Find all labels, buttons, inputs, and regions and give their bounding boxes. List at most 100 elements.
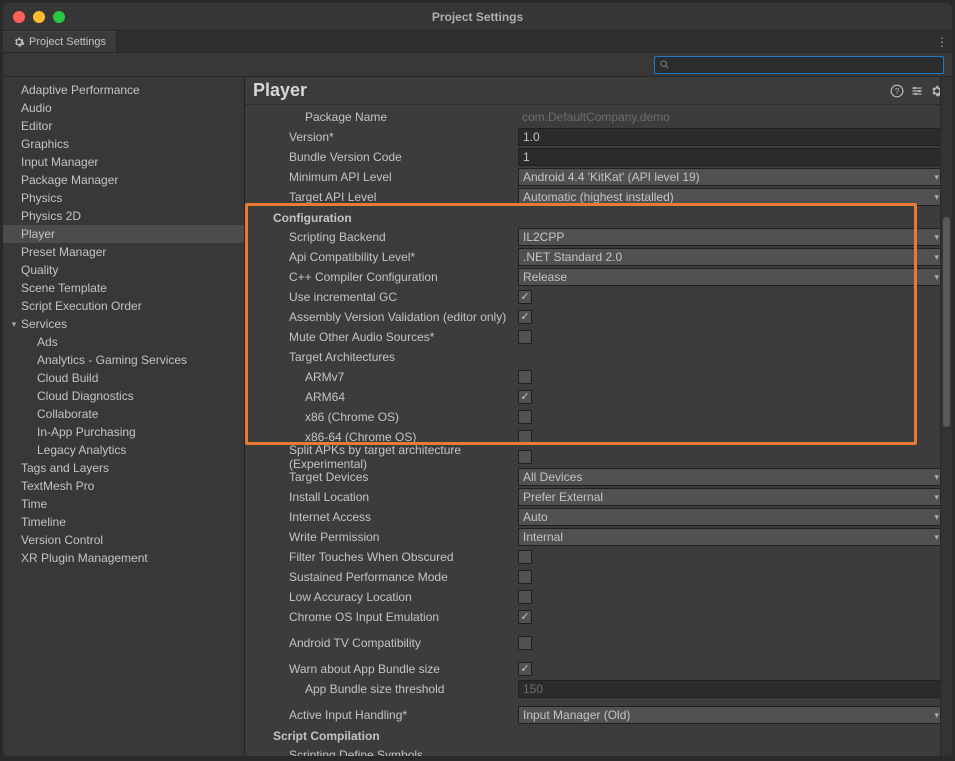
bundle-version-code-input[interactable] (518, 148, 944, 166)
sidebar: Adaptive PerformanceAudioEditorGraphicsI… (3, 77, 245, 756)
help-icon[interactable]: ? (890, 84, 904, 98)
warn-bundle-checkbox[interactable] (518, 662, 532, 676)
incremental-gc-checkbox[interactable] (518, 290, 532, 304)
sidebar-item-label: Package Manager (21, 173, 118, 187)
search-box[interactable] (654, 56, 944, 74)
active-input-dropdown[interactable]: Input Manager (Old)▾ (518, 706, 944, 724)
tab-menu-button[interactable]: ⋮ (932, 31, 952, 52)
sidebar-item-physics[interactable]: Physics (3, 189, 244, 207)
package-name-value: com.DefaultCompany.demo (518, 110, 670, 124)
minimize-window-button[interactable] (33, 11, 45, 23)
cpp-compiler-label: C++ Compiler Configuration (263, 270, 518, 284)
sidebar-item-collaborate[interactable]: Collaborate (3, 405, 244, 423)
sidebar-item-quality[interactable]: Quality (3, 261, 244, 279)
sidebar-item-textmesh-pro[interactable]: TextMesh Pro (3, 477, 244, 495)
sidebar-item-label: Time (21, 497, 47, 511)
sidebar-item-in-app-purchasing[interactable]: In-App Purchasing (3, 423, 244, 441)
android-tv-label: Android TV Compatibility (263, 636, 518, 650)
sidebar-item-physics-2d[interactable]: Physics 2D (3, 207, 244, 225)
armv7-checkbox[interactable] (518, 370, 532, 384)
write-permission-dropdown[interactable]: Internal▾ (518, 528, 944, 546)
sidebar-item-label: Version Control (21, 533, 103, 547)
android-tv-checkbox[interactable] (518, 636, 532, 650)
chevron-down-icon: ▾ (934, 512, 939, 523)
min-api-dropdown[interactable]: Android 4.4 'KitKat' (API level 19)▾ (518, 168, 944, 186)
internet-access-dropdown[interactable]: Auto▾ (518, 508, 944, 526)
configuration-header: Configuration (263, 207, 944, 227)
sidebar-item-label: Timeline (21, 515, 66, 529)
mute-audio-checkbox[interactable] (518, 330, 532, 344)
target-api-dropdown[interactable]: Automatic (highest installed)▾ (518, 188, 944, 206)
arm64-checkbox[interactable] (518, 390, 532, 404)
version-input[interactable] (518, 128, 944, 146)
chrome-emulation-checkbox[interactable] (518, 610, 532, 624)
low-accuracy-checkbox[interactable] (518, 590, 532, 604)
scripting-define-label: Scripting Define Symbols (263, 748, 944, 756)
bundle-version-code-label: Bundle Version Code (263, 150, 518, 164)
sidebar-item-preset-manager[interactable]: Preset Manager (3, 243, 244, 261)
sidebar-item-time[interactable]: Time (3, 495, 244, 513)
search-input[interactable] (674, 59, 939, 71)
sidebar-item-editor[interactable]: Editor (3, 117, 244, 135)
bundle-threshold-input[interactable] (518, 680, 944, 698)
scripting-backend-dropdown[interactable]: IL2CPP▾ (518, 228, 944, 246)
chevron-down-icon: ▾ (934, 492, 939, 503)
preset-icon[interactable] (910, 84, 924, 98)
sidebar-item-legacy-analytics[interactable]: Legacy Analytics (3, 441, 244, 459)
arm64-label: ARM64 (263, 390, 518, 404)
install-location-dropdown[interactable]: Prefer External▾ (518, 488, 944, 506)
incremental-gc-label: Use incremental GC (263, 290, 518, 304)
sidebar-item-adaptive-performance[interactable]: Adaptive Performance (3, 81, 244, 99)
sidebar-item-label: Services (21, 316, 67, 332)
scroll-thumb[interactable] (943, 217, 950, 427)
api-compat-dropdown[interactable]: .NET Standard 2.0▾ (518, 248, 944, 266)
gear-icon (13, 36, 25, 48)
bundle-threshold-label: App Bundle size threshold (263, 682, 518, 696)
version-label: Version* (263, 130, 518, 144)
close-window-button[interactable] (13, 11, 25, 23)
chevron-down-icon: ▾ (934, 472, 939, 483)
x86-checkbox[interactable] (518, 410, 532, 424)
svg-text:?: ? (895, 86, 900, 95)
sustained-perf-checkbox[interactable] (518, 570, 532, 584)
chevron-down-icon: ▾ (934, 272, 939, 283)
sidebar-item-label: Player (21, 227, 55, 241)
sidebar-item-script-execution-order[interactable]: Script Execution Order (3, 297, 244, 315)
install-location-label: Install Location (263, 490, 518, 504)
sidebar-item-package-manager[interactable]: Package Manager (3, 171, 244, 189)
sidebar-item-label: Editor (21, 119, 52, 133)
sidebar-item-analytics-gaming-services[interactable]: Analytics - Gaming Services (3, 351, 244, 369)
sidebar-item-audio[interactable]: Audio (3, 99, 244, 117)
sidebar-item-version-control[interactable]: Version Control (3, 531, 244, 549)
sidebar-item-ads[interactable]: Ads (3, 333, 244, 351)
titlebar: Project Settings (3, 3, 952, 31)
cpp-compiler-dropdown[interactable]: Release▾ (518, 268, 944, 286)
x86-64-checkbox[interactable] (518, 430, 532, 444)
sidebar-item-cloud-build[interactable]: Cloud Build (3, 369, 244, 387)
sidebar-item-label: In-App Purchasing (37, 425, 136, 439)
project-settings-tab[interactable]: Project Settings (3, 31, 117, 52)
filter-touches-label: Filter Touches When Obscured (263, 550, 518, 564)
sidebar-item-xr-plugin-management[interactable]: XR Plugin Management (3, 549, 244, 567)
sidebar-item-services[interactable]: ▾Services (3, 315, 244, 333)
x86-64-label: x86-64 (Chrome OS) (263, 430, 518, 444)
filter-touches-checkbox[interactable] (518, 550, 532, 564)
sidebar-item-graphics[interactable]: Graphics (3, 135, 244, 153)
scrollbar[interactable] (940, 77, 952, 756)
sidebar-item-timeline[interactable]: Timeline (3, 513, 244, 531)
chevron-down-icon: ▾ (9, 316, 19, 332)
sidebar-item-label: Preset Manager (21, 245, 106, 259)
split-apk-checkbox[interactable] (518, 450, 532, 464)
sidebar-item-tags-and-layers[interactable]: Tags and Layers (3, 459, 244, 477)
target-api-label: Target API Level (263, 190, 518, 204)
maximize-window-button[interactable] (53, 11, 65, 23)
sidebar-item-input-manager[interactable]: Input Manager (3, 153, 244, 171)
body: Adaptive PerformanceAudioEditorGraphicsI… (3, 77, 952, 756)
sidebar-item-cloud-diagnostics[interactable]: Cloud Diagnostics (3, 387, 244, 405)
chevron-down-icon: ▾ (934, 232, 939, 243)
sidebar-item-scene-template[interactable]: Scene Template (3, 279, 244, 297)
assembly-version-checkbox[interactable] (518, 310, 532, 324)
target-devices-dropdown[interactable]: All Devices▾ (518, 468, 944, 486)
sidebar-item-label: Ads (37, 335, 58, 349)
sidebar-item-player[interactable]: Player (3, 225, 244, 243)
